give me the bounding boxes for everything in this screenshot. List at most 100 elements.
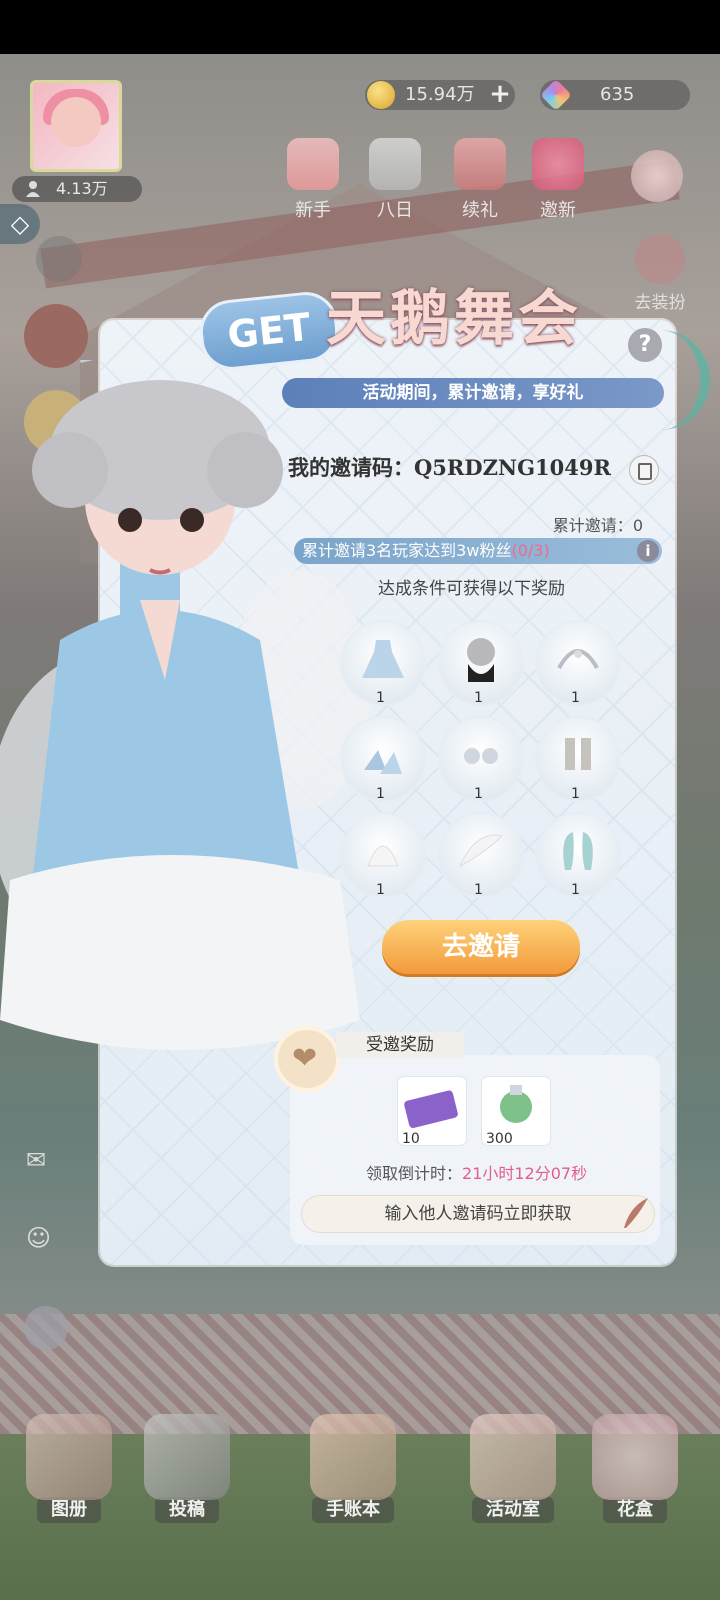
dock-activity-room[interactable]: 活动室 [458, 1414, 568, 1523]
renew-gift-icon [454, 138, 506, 190]
teddy-bear-icon [470, 1414, 556, 1500]
cumulative-value: 0 [632, 516, 643, 535]
gem-currency[interactable]: 635 [540, 79, 690, 111]
clapperboard-icon [144, 1414, 230, 1500]
reward-qty: 1 [474, 882, 483, 898]
flower-box-icon [592, 1414, 678, 1500]
fans-count: 4.13万 [12, 176, 142, 202]
socks-icon [565, 738, 591, 770]
cumulative-invites: 累计邀请：0 [553, 512, 643, 536]
collapse-side-button[interactable]: ◇ [0, 204, 40, 244]
reward-qty: 1 [474, 690, 483, 706]
fans-value: 4.13万 [56, 179, 108, 198]
avatar-face [51, 97, 101, 147]
progress-count: (0/3) [511, 541, 550, 560]
invite-code-label: 我的邀请码： [288, 455, 414, 480]
dock-flower-box[interactable]: 花盒 [580, 1414, 690, 1523]
eight-day-icon [369, 138, 421, 190]
invite-progress-bar: 累计邀请3名玩家达到3w粉丝(0/3) [294, 538, 662, 564]
reward-qty: 1 [376, 690, 385, 706]
feather-gloves-icon [367, 845, 399, 867]
chat-icon[interactable] [24, 1306, 68, 1350]
countdown: 领取倒计时：21小时12分07秒 [366, 1160, 587, 1184]
top-icon-invite[interactable]: 邀新 [523, 138, 593, 222]
gold-value: 15.94万 [405, 84, 475, 105]
person-icon [26, 181, 40, 197]
top-icon-renew[interactable]: 续礼 [445, 138, 515, 222]
wings-icon [458, 834, 503, 868]
reward-qty: 1 [571, 786, 580, 802]
newbie-gift-icon [287, 138, 339, 190]
bonus-qty: 10 [402, 1131, 420, 1147]
top-icon-label: 邀新 [540, 200, 576, 221]
reward-qty: 1 [376, 786, 385, 802]
dock-label: 活动室 [472, 1497, 554, 1523]
top-icon-eight-day[interactable]: 八日 [360, 138, 430, 222]
gold-coin-icon [367, 81, 395, 109]
event-title: 天鹅舞会 [326, 284, 582, 354]
reward-item-wings[interactable]: 1 [440, 814, 522, 898]
heart-icon [278, 1030, 336, 1088]
reward-item-hairstyle[interactable]: 1 [440, 622, 522, 706]
reward-item-dress[interactable]: 1 [342, 622, 424, 706]
journal-icon [310, 1414, 396, 1500]
dock-album[interactable]: 图册 [14, 1414, 124, 1523]
invite-code-row: 我的邀请码：Q5RDZNG1049R [288, 452, 611, 482]
reward-qty: 1 [571, 882, 580, 898]
invite-heart-icon [532, 138, 584, 190]
reward-qty: 1 [376, 882, 385, 898]
copy-code-button[interactable] [629, 455, 659, 485]
reward-item-shoes[interactable]: 1 [342, 718, 424, 802]
info-icon[interactable]: i [637, 540, 659, 562]
dock-label: 手账本 [312, 1497, 394, 1523]
help-button[interactable]: ? [628, 328, 662, 362]
top-icon-label: 八日 [377, 200, 413, 221]
bonus-item-gift-ticket[interactable]: 10 [398, 1077, 466, 1147]
reward-hint: 达成条件可获得以下奖励 [378, 579, 565, 599]
go-dress-up-label: 去装扮 [634, 293, 686, 313]
reward-qty: 1 [571, 690, 580, 706]
gem-icon [540, 79, 572, 111]
dock-submit[interactable]: 投稿 [132, 1414, 242, 1523]
gold-currency[interactable]: 15.94万 + [365, 80, 515, 110]
tiara-icon [557, 649, 599, 669]
countdown-value: 21小时12分07秒 [462, 1164, 588, 1183]
flower-menu-button[interactable] [622, 150, 692, 208]
friends-icon[interactable]: ☺ [26, 1224, 51, 1252]
invite-button[interactable]: 去邀请 [382, 920, 580, 974]
reward-qty: 1 [474, 786, 483, 802]
invite-code-input[interactable]: 输入他人邀请码立即获取 [302, 1196, 654, 1232]
bonus-item-potion[interactable]: 300 [482, 1077, 550, 1147]
friend-avatar-1[interactable] [24, 304, 88, 368]
progress-label: 累计邀请3名玩家达到3w粉丝(0/3) [302, 538, 550, 564]
top-icon-label: 续礼 [462, 200, 498, 221]
countdown-label: 领取倒计时： [366, 1164, 463, 1183]
progress-text: 累计邀请3名玩家达到3w粉丝 [302, 541, 512, 560]
reward-item-socks[interactable]: 1 [537, 718, 619, 802]
go-dress-up-button[interactable]: 去装扮 [625, 234, 695, 313]
quill-icon[interactable] [620, 1196, 650, 1230]
reward-item-earrings[interactable]: 1 [440, 718, 522, 802]
top-icon-newbie[interactable]: 新手 [278, 138, 348, 222]
top-icon-label: 新手 [295, 200, 331, 221]
dock-label: 图册 [37, 1497, 101, 1523]
bonus-qty: 300 [486, 1131, 513, 1147]
shoes-icon [364, 750, 402, 774]
dock-label: 投稿 [155, 1497, 219, 1523]
invited-reward-tag: 受邀奖励 [336, 1032, 464, 1058]
dock-label: 花盒 [603, 1497, 667, 1523]
dress-icon [362, 640, 404, 678]
album-icon [26, 1414, 112, 1500]
invite-code-value: Q5RDZNG1049R [414, 455, 611, 480]
dock-journal[interactable]: 手账本 [298, 1414, 408, 1523]
event-subtitle: 活动期间，累计邀请，享好礼 [282, 378, 664, 408]
dress-up-icon [635, 234, 685, 284]
refresh-icon[interactable] [36, 236, 82, 282]
hairstyle-icon [467, 638, 495, 682]
reward-item-headpiece[interactable]: 1 [537, 622, 619, 706]
reward-item-gloves[interactable]: 1 [342, 814, 424, 898]
add-gold-button[interactable]: + [489, 81, 511, 107]
reward-item-back-ornament[interactable]: 1 [537, 814, 619, 898]
player-avatar[interactable] [30, 80, 122, 172]
status-bar [0, 0, 720, 54]
